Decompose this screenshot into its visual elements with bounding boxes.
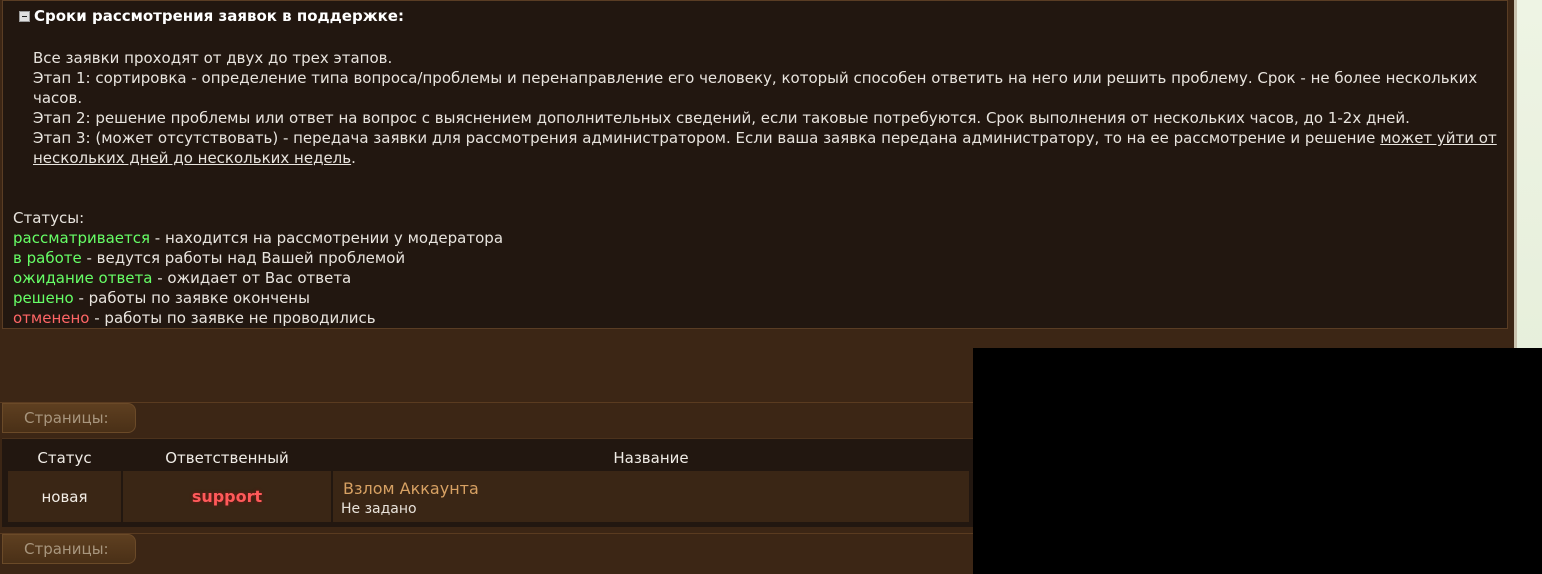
stage-3-text: Этап 3: (может отсутствовать) - передача… xyxy=(33,128,1503,168)
pagination-top: Страницы: xyxy=(2,403,136,433)
status-name: ожидание ответа xyxy=(13,269,153,287)
info-panel-title: Сроки рассмотрения заявок в поддержке: xyxy=(34,7,404,25)
column-header-status[interactable]: Статус xyxy=(8,449,121,467)
ticket-title-link[interactable]: Взлом Аккаунта xyxy=(343,479,479,498)
column-header-name[interactable]: Название xyxy=(333,449,969,467)
statuses-legend: Статусы: рассматривается - находится на … xyxy=(13,208,503,328)
stage-3-main: Этап 3: (может отсутствовать) - передача… xyxy=(33,129,1381,147)
pagination-bottom: Страницы: xyxy=(2,534,136,564)
stages-intro: Все заявки проходят от двух до трех этап… xyxy=(33,49,393,67)
status-desc: - находится на рассмотрении у модератора xyxy=(150,229,504,247)
collapse-icon[interactable] xyxy=(19,10,30,22)
column-header-responsible[interactable]: Ответственный xyxy=(123,449,331,467)
ticket-responsible[interactable]: support xyxy=(192,487,262,506)
tickets-table: Статус Ответственный Название новая supp… xyxy=(2,438,974,527)
status-legend-item: решено - работы по заявке окончены xyxy=(13,288,503,308)
stage-1-text: Этап 1: сортировка - определение типа во… xyxy=(33,69,1478,107)
status-legend-item: ожидание ответа - ожидает от Вас ответа xyxy=(13,268,503,288)
status-name: рассматривается xyxy=(13,229,150,247)
status-legend-item: рассматривается - находится на рассмотре… xyxy=(13,228,503,248)
status-desc: - ведутся работы над Вашей проблемой xyxy=(81,249,406,267)
pagination-label: Страницы: xyxy=(24,540,109,558)
status-name: в работе xyxy=(13,249,82,267)
ticket-status: новая xyxy=(41,487,88,506)
ticket-subtitle: Не задано xyxy=(341,501,417,517)
stage-2-text: Этап 2: решение проблемы или ответ на во… xyxy=(33,109,1410,127)
divider xyxy=(0,533,975,534)
status-legend-item: отменено - работы по заявке не проводили… xyxy=(13,308,503,328)
status-desc: - ожидает от Вас ответа xyxy=(152,269,352,287)
divider xyxy=(0,402,975,403)
ticket-status-cell: новая xyxy=(8,471,121,522)
status-name: решено xyxy=(13,289,74,307)
stage-3-end: . xyxy=(351,149,356,167)
support-info-panel: Сроки рассмотрения заявок в поддержке: В… xyxy=(2,0,1508,329)
stages-description: Все заявки проходят от двух до трех этап… xyxy=(33,48,1503,168)
status-legend-item: в работе - ведутся работы над Вашей проб… xyxy=(13,248,503,268)
status-name: отменено xyxy=(13,309,90,327)
info-panel-header[interactable]: Сроки рассмотрения заявок в поддержке: xyxy=(19,7,404,25)
statuses-heading: Статусы: xyxy=(13,209,85,227)
redacted-area xyxy=(973,348,1542,574)
status-desc: - работы по заявке не проводились xyxy=(89,309,376,327)
pagination-label: Страницы: xyxy=(24,409,109,427)
status-desc: - работы по заявке окончены xyxy=(73,289,310,307)
ticket-name-cell: Взлом Аккаунта Не задано xyxy=(333,471,969,522)
ticket-responsible-cell: support xyxy=(123,471,331,522)
